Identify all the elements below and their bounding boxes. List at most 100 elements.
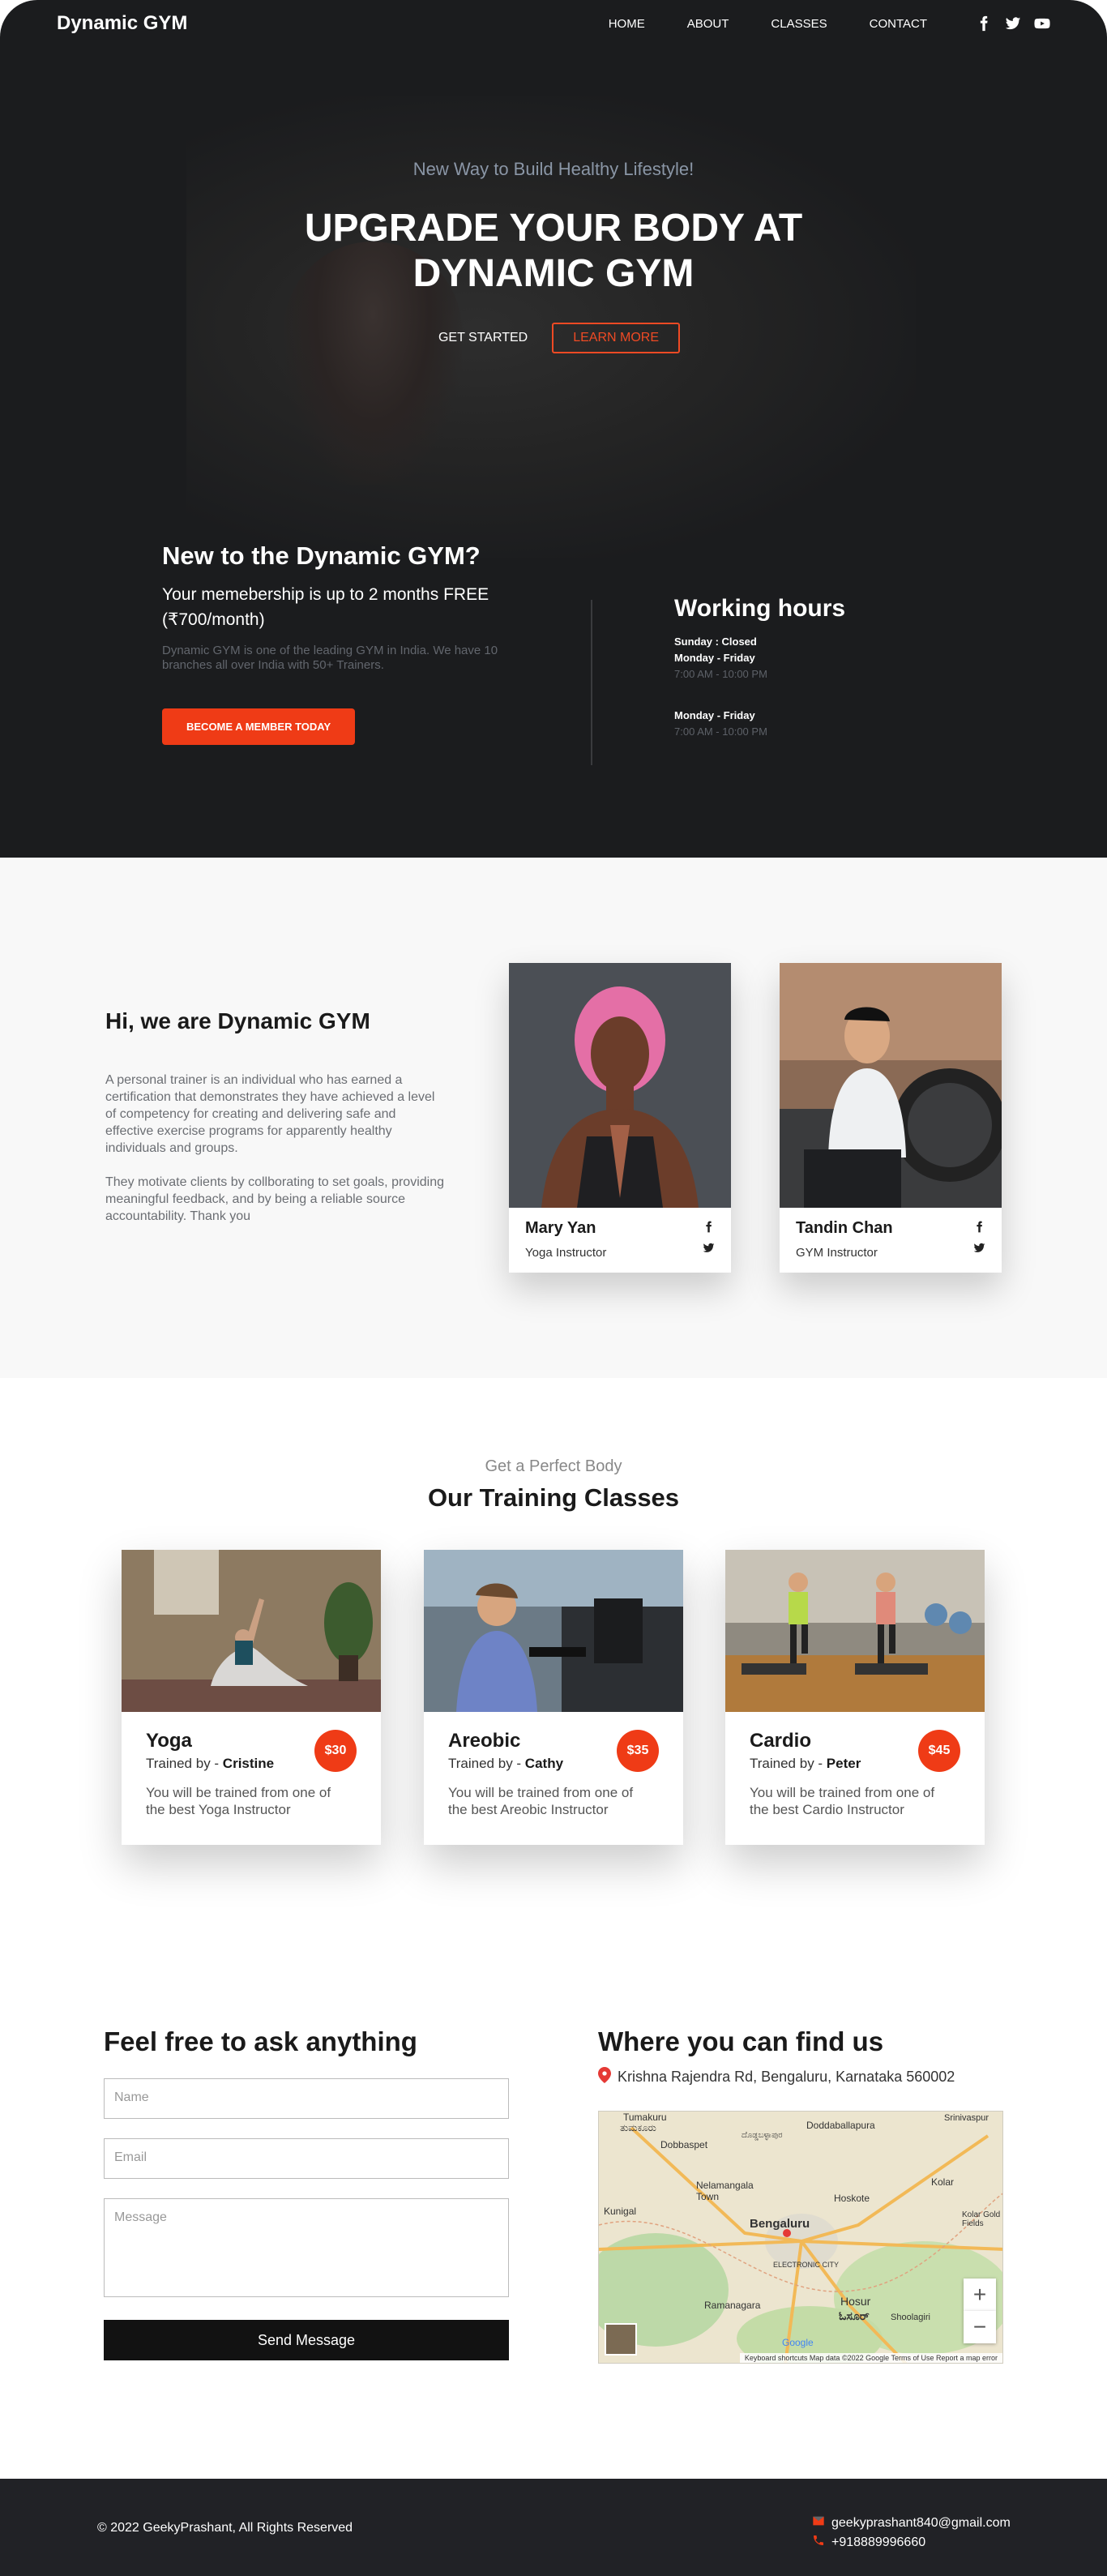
trainer-photo [780, 963, 1002, 1208]
learn-more-button[interactable]: LEARN MORE [552, 323, 681, 353]
promo-lead: Your memebership is up to 2 months FREE … [162, 585, 489, 629]
mail-icon [812, 2514, 831, 2531]
map-label: Shoolagiri [891, 2313, 930, 2322]
contact-heading: Feel free to ask anything [104, 2026, 417, 2056]
map-pin-icon [598, 2067, 618, 2087]
class-trainer: Trained by - Peter [750, 1756, 861, 1772]
about-paragraph: A personal trainer is an individual who … [105, 1073, 435, 1155]
nav-link-classes[interactable]: CLASSES [771, 17, 827, 31]
class-price-badge: $35 [617, 1730, 659, 1772]
trainer-info: Tandin Chan GYM Instructor [796, 1219, 893, 1260]
social-links [963, 15, 1050, 32]
trained-by-label: Trained by - [750, 1756, 827, 1771]
become-member-button[interactable]: BECOME A MEMBER TODAY [162, 708, 356, 745]
class-photo [122, 1550, 381, 1712]
nav-link-about[interactable]: ABOUT [687, 17, 729, 31]
class-trainer-name: Cathy [524, 1756, 564, 1771]
brand-logo[interactable]: Dynamic GYM [57, 12, 187, 35]
email-field[interactable]: Email [104, 2138, 509, 2179]
class-trainer-name: Cristine [222, 1756, 275, 1771]
trainer-role: GYM Instructor [796, 1246, 878, 1260]
hero-divider [591, 600, 592, 765]
promo-text: Dynamic GYM is one of the leading GYM in… [162, 644, 498, 672]
hero-title: UPGRADE YOUR BODY AT DYNAMIC GYM [304, 207, 803, 295]
message-field[interactable]: Message [104, 2198, 509, 2297]
map-label: Kolar [931, 2176, 955, 2188]
hero-actions: GET STARTED LEARN MORE [0, 323, 1107, 353]
hero-subtitle: New Way to Build Healthy Lifestyle! [412, 159, 695, 179]
copyright-text: © 2022 GeekyPrashant, All Rights Reserve… [97, 2521, 353, 2535]
footer-email[interactable]: geekyprashant840@gmail.com [812, 2514, 1011, 2531]
class-description: You will be trained from one of the best… [448, 1785, 634, 1817]
youtube-icon[interactable] [1021, 15, 1050, 32]
trainer-photo [509, 963, 731, 1208]
address-text: Krishna Rajendra Rd, Bengaluru, Karnatak… [618, 2069, 955, 2085]
address: Krishna Rajendra Rd, Bengaluru, Karnatak… [598, 2067, 955, 2087]
map-label: Dobbaspet [660, 2139, 708, 2150]
nav-link-contact[interactable]: CONTACT [870, 17, 927, 31]
about-heading: Hi, we are Dynamic GYM [105, 1008, 370, 1033]
class-card-cardio[interactable]: Cardio Trained by - Peter You will be tr… [725, 1550, 985, 1845]
send-message-button[interactable]: Send Message [104, 2320, 509, 2360]
class-card-yoga[interactable]: Yoga Trained by - Cristine You will be t… [122, 1550, 381, 1845]
class-price-badge: $45 [918, 1730, 960, 1772]
map-attribution[interactable]: Keyboard shortcuts Map data ©2022 Google… [739, 2353, 1002, 2363]
trainer-card: Mary Yan Yoga Instructor [509, 963, 731, 1273]
nav-links: HOME ABOUT CLASSES CONTACT [566, 15, 1050, 32]
about-paragraph: They motivate clients by collborating to… [105, 1175, 444, 1223]
class-name: Areobic [448, 1730, 521, 1752]
map-label: Hosur [840, 2295, 871, 2308]
trainer-name: Mary Yan [525, 1219, 596, 1237]
hours-time: 7:00 AM - 10:00 PM [674, 668, 767, 680]
navbar: Dynamic GYM HOME ABOUT CLASSES CONTACT [0, 0, 1107, 47]
nav-link-home[interactable]: HOME [609, 17, 645, 31]
get-started-button[interactable]: GET STARTED [427, 323, 539, 353]
classes-title: Our Training Classes [427, 1483, 680, 1512]
map-label: ದೊಡ್ಡಬಳ್ಳಾಪುರ [742, 2131, 783, 2140]
map-label: Doddaballapura [806, 2120, 875, 2131]
name-field[interactable]: Name [104, 2078, 509, 2119]
zoom-in-button[interactable]: + [964, 2279, 996, 2311]
hours-day: Monday - Friday [674, 709, 755, 721]
map-label: Tumakuru [623, 2112, 667, 2123]
zoom-out-button[interactable]: − [964, 2311, 996, 2343]
map-label: Kunigal [604, 2206, 637, 2217]
class-trainer: Trained by - Cathy [448, 1756, 563, 1772]
footer: © 2022 GeekyPrashant, All Rights Reserve… [0, 2479, 1107, 2576]
map-label: Srinivaspur [944, 2113, 989, 2123]
trainer-social [973, 1221, 985, 1263]
trained-by-label: Trained by - [448, 1756, 525, 1771]
map-label: ELECTRONIC CITY [773, 2261, 840, 2269]
class-card-areobic[interactable]: Areobic Trained by - Cathy You will be t… [424, 1550, 683, 1845]
phone-icon [812, 2534, 831, 2551]
class-name: Yoga [146, 1730, 192, 1752]
facebook-icon[interactable] [963, 15, 992, 32]
map-label: Hoskote [834, 2193, 870, 2204]
location-map[interactable]: Tumakuru ತುಮಕೂರು Doddaballapura ದೊಡ್ಡಬಳ್… [598, 2111, 1003, 2364]
twitter-icon[interactable] [973, 1242, 985, 1254]
class-name: Cardio [750, 1730, 812, 1752]
hours-time: 7:00 AM - 10:00 PM [674, 725, 767, 738]
facebook-icon[interactable] [973, 1221, 985, 1233]
page: Dynamic GYM HOME ABOUT CLASSES CONTACT N… [0, 0, 1107, 2576]
class-photo [725, 1550, 985, 1712]
class-description: You will be trained from one of the best… [750, 1785, 935, 1817]
working-hours: Working hours Sunday : Closed Monday - F… [674, 595, 917, 767]
map-label: ಓಸೂರ್ [839, 2309, 870, 2322]
hours-day: Monday - Friday [674, 652, 755, 664]
trainer-card: Tandin Chan GYM Instructor [780, 963, 1002, 1273]
facebook-icon[interactable] [703, 1221, 715, 1233]
google-logo: Google [782, 2337, 814, 2348]
location-heading: Where you can find us [598, 2026, 884, 2056]
trainer-info: Mary Yan Yoga Instructor [525, 1219, 606, 1260]
trained-by-label: Trained by - [146, 1756, 223, 1771]
trainer-name: Tandin Chan [796, 1219, 893, 1237]
membership-promo: New to the Dynamic GYM? Your memebership… [162, 541, 511, 745]
class-trainer: Trained by - Cristine [146, 1756, 274, 1772]
footer-phone[interactable]: +918889996660 [812, 2534, 925, 2551]
map-label: Bengaluru [750, 2217, 810, 2231]
twitter-icon[interactable] [992, 15, 1021, 32]
hours-sunday: Sunday : Closed [674, 635, 757, 648]
footer-phone-text: +918889996660 [831, 2535, 926, 2549]
twitter-icon[interactable] [703, 1242, 715, 1254]
